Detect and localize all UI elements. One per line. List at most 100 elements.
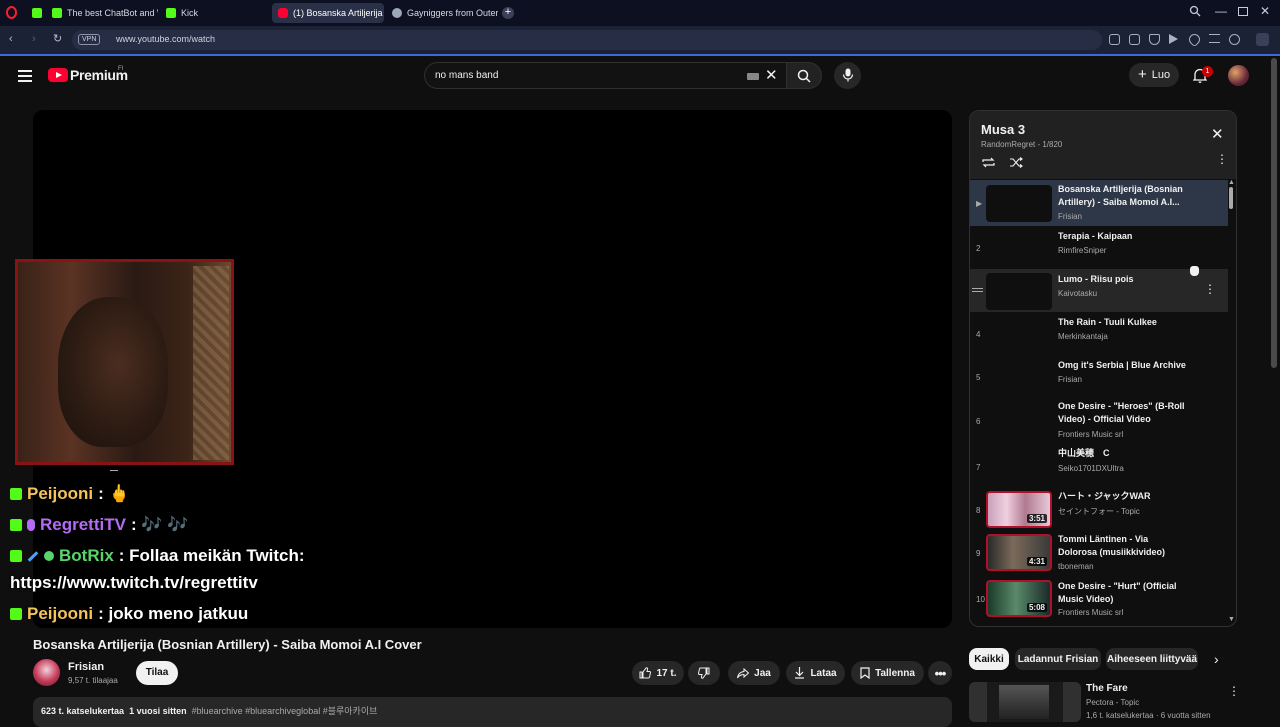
playlist-item-channel: Frisian xyxy=(1058,212,1083,221)
playlist-item-index: 10 xyxy=(976,595,985,604)
playlist-scrollbar[interactable] xyxy=(1229,187,1233,209)
chat-username: BotRix xyxy=(59,546,114,565)
playlist-item-current[interactable]: ▶ Bosanska Artiljerija (Bosnian Artiller… xyxy=(970,180,1228,226)
search-box[interactable]: no mans band ✕ xyxy=(424,62,786,89)
chat-username: Peijooni xyxy=(27,604,94,623)
channel-name[interactable]: Frisian xyxy=(68,661,104,673)
shuffle-icon[interactable] xyxy=(1009,157,1023,168)
tab-chatbot[interactable]: The best ChatBot and Wid xyxy=(46,3,158,23)
playlist-item[interactable]: 7 中山美穂 C Seiko1701DXUltra xyxy=(970,444,1228,487)
account-avatar[interactable] xyxy=(1228,65,1249,86)
save-button[interactable]: Tallenna xyxy=(851,661,924,685)
description-box[interactable]: 623 t. katselukertaa 1 vuosi sitten #blu… xyxy=(33,697,952,727)
voice-search-button[interactable] xyxy=(834,62,861,89)
webcam-background-panel xyxy=(193,266,229,460)
playlist-item[interactable]: 2 Terapia - Kaipaan RimfireSniper xyxy=(970,226,1228,269)
chip-all[interactable]: Kaikki xyxy=(969,648,1009,670)
chip-uploaded-by[interactable]: Ladannut Frisian xyxy=(1015,648,1101,670)
url-field[interactable]: VPN www.youtube.com/watch xyxy=(72,30,1102,50)
new-tab-button[interactable]: + xyxy=(502,7,514,19)
back-icon[interactable]: ‹ xyxy=(9,33,13,45)
playlist-item[interactable]: 10 5:08 One Desire - "Hurt" (Official Mu… xyxy=(970,576,1228,622)
playlist-item[interactable]: 5 Omg it's Serbia | Blue Archive Frisian xyxy=(970,355,1228,398)
scroll-up-arrow-icon[interactable]: ▲ xyxy=(1228,179,1235,186)
chat-message: BotRix : Follaa meikän Twitch: xyxy=(10,546,305,566)
search-button[interactable] xyxy=(786,62,822,89)
drag-handle-icon[interactable] xyxy=(972,288,983,292)
playlist-title[interactable]: Musa 3 xyxy=(981,122,1025,137)
kick-icon xyxy=(32,8,42,18)
clear-search-icon[interactable]: ✕ xyxy=(765,66,778,84)
opera-logo-icon[interactable] xyxy=(6,6,17,19)
playlist-thumbnail xyxy=(986,316,1052,353)
playlist-item[interactable]: 9 4:31 Tommi Läntinen - Via Dolorosa (mu… xyxy=(970,530,1228,576)
search-icon xyxy=(797,69,811,83)
playlist-item-hovered[interactable]: Lumo - Riisu pois Kaivotasku ⋮ xyxy=(970,266,1228,312)
channel-avatar[interactable] xyxy=(33,659,60,686)
search-tabs-icon[interactable] xyxy=(1189,5,1201,17)
playlist-more-icon[interactable]: ⋮ xyxy=(1216,153,1228,165)
loop-icon[interactable] xyxy=(981,157,996,168)
chips-next-icon[interactable]: › xyxy=(1214,651,1219,667)
page-scrollbar[interactable] xyxy=(1271,58,1277,368)
related-channel: Pectora - Topic xyxy=(1086,698,1140,707)
related-title[interactable]: The Fare xyxy=(1086,683,1128,694)
forward-icon[interactable]: › xyxy=(32,33,36,45)
chip-related[interactable]: Aiheeseen liittyvää xyxy=(1106,648,1198,670)
region-code: FI xyxy=(118,66,124,72)
video-duration: 3:51 xyxy=(1026,514,1047,523)
like-button[interactable]: 17 t. xyxy=(632,661,684,685)
camera-icon[interactable] xyxy=(1129,34,1140,45)
video-duration: 4:31 xyxy=(1026,557,1047,566)
hashtags[interactable]: #bluearchive #bluearchiveglobal #블루아카이브 xyxy=(192,706,378,716)
related-thumbnail-art xyxy=(999,685,1049,719)
grab-cursor-icon xyxy=(1190,266,1199,276)
tab-gayniggers[interactable]: Gayniggers from Outer Sp xyxy=(386,3,498,23)
playlist-thumbnail: 3:51 xyxy=(986,491,1052,528)
playlist-item[interactable]: 8 3:51 ハート・ジャックWAR セイントフォー - Topic xyxy=(970,487,1228,530)
youtube-logo-icon[interactable] xyxy=(48,68,68,82)
playlist-item-index: 8 xyxy=(976,506,981,515)
playlist-thumbnail xyxy=(986,230,1052,267)
menu-lines-icon[interactable] xyxy=(1209,34,1220,43)
youtube-icon xyxy=(278,8,288,18)
kick-icon xyxy=(52,8,62,18)
create-button[interactable]: + Luo xyxy=(1129,63,1179,87)
item-more-icon[interactable]: ⋮ xyxy=(1204,282,1216,296)
tab-kick[interactable]: Kick xyxy=(160,3,270,23)
reload-icon[interactable]: ↻ xyxy=(53,32,62,45)
close-playlist-icon[interactable]: ✕ xyxy=(1211,125,1224,143)
subscribe-button[interactable]: Tilaa xyxy=(136,661,178,685)
snapshot-icon[interactable] xyxy=(1109,34,1120,45)
extension-cube-icon[interactable] xyxy=(1256,33,1269,46)
maximize-icon[interactable] xyxy=(1238,7,1248,16)
search-input[interactable]: no mans band xyxy=(435,70,498,81)
playlist-item[interactable]: 4 The Rain - Tuuli Kulkee Merkinkantaja xyxy=(970,312,1228,355)
minimize-icon[interactable]: — xyxy=(1215,4,1227,18)
profile-icon[interactable] xyxy=(1229,34,1240,45)
vpn-badge[interactable]: VPN xyxy=(78,34,101,45)
chat-text: : 🎶 🎶 xyxy=(130,515,189,534)
send-icon[interactable] xyxy=(1169,34,1178,44)
more-actions-button[interactable]: ••• xyxy=(928,661,952,685)
download-button[interactable]: Lataa xyxy=(786,661,845,685)
dislike-button[interactable] xyxy=(688,661,720,685)
upload-age: 1 vuosi sitten xyxy=(129,706,187,716)
shield-icon[interactable] xyxy=(1149,34,1160,45)
sword-badge-icon xyxy=(27,550,39,562)
scroll-down-arrow-icon[interactable]: ▼ xyxy=(1228,616,1235,623)
related-thumbnail[interactable] xyxy=(969,682,1081,722)
hamburger-menu-icon[interactable] xyxy=(18,70,32,85)
heart-icon[interactable] xyxy=(1186,31,1203,48)
related-more-icon[interactable]: ⋮ xyxy=(1228,684,1240,698)
browser-tab-strip: The best ChatBot and Wid Kick (1) Bosans… xyxy=(0,0,1280,26)
tab-kick-standalone[interactable] xyxy=(26,3,44,23)
playlist-item-title: One Desire - "Heroes" (B-Roll Video) - O… xyxy=(1058,401,1185,424)
playlist-item[interactable]: 6 One Desire - "Heroes" (B-Roll Video) -… xyxy=(970,398,1228,444)
tab-youtube-active[interactable]: (1) Bosanska Artiljerija (Bo xyxy=(272,3,384,23)
playlist-panel: Musa 3 RandomRegret - 1/820 ✕ ⋮ ▶ Bosans… xyxy=(969,110,1237,627)
playlist-thumbnail: 4:31 xyxy=(986,534,1052,571)
close-window-icon[interactable]: ✕ xyxy=(1260,4,1270,18)
keyboard-icon[interactable] xyxy=(747,73,759,80)
share-button[interactable]: Jaa xyxy=(728,661,780,685)
